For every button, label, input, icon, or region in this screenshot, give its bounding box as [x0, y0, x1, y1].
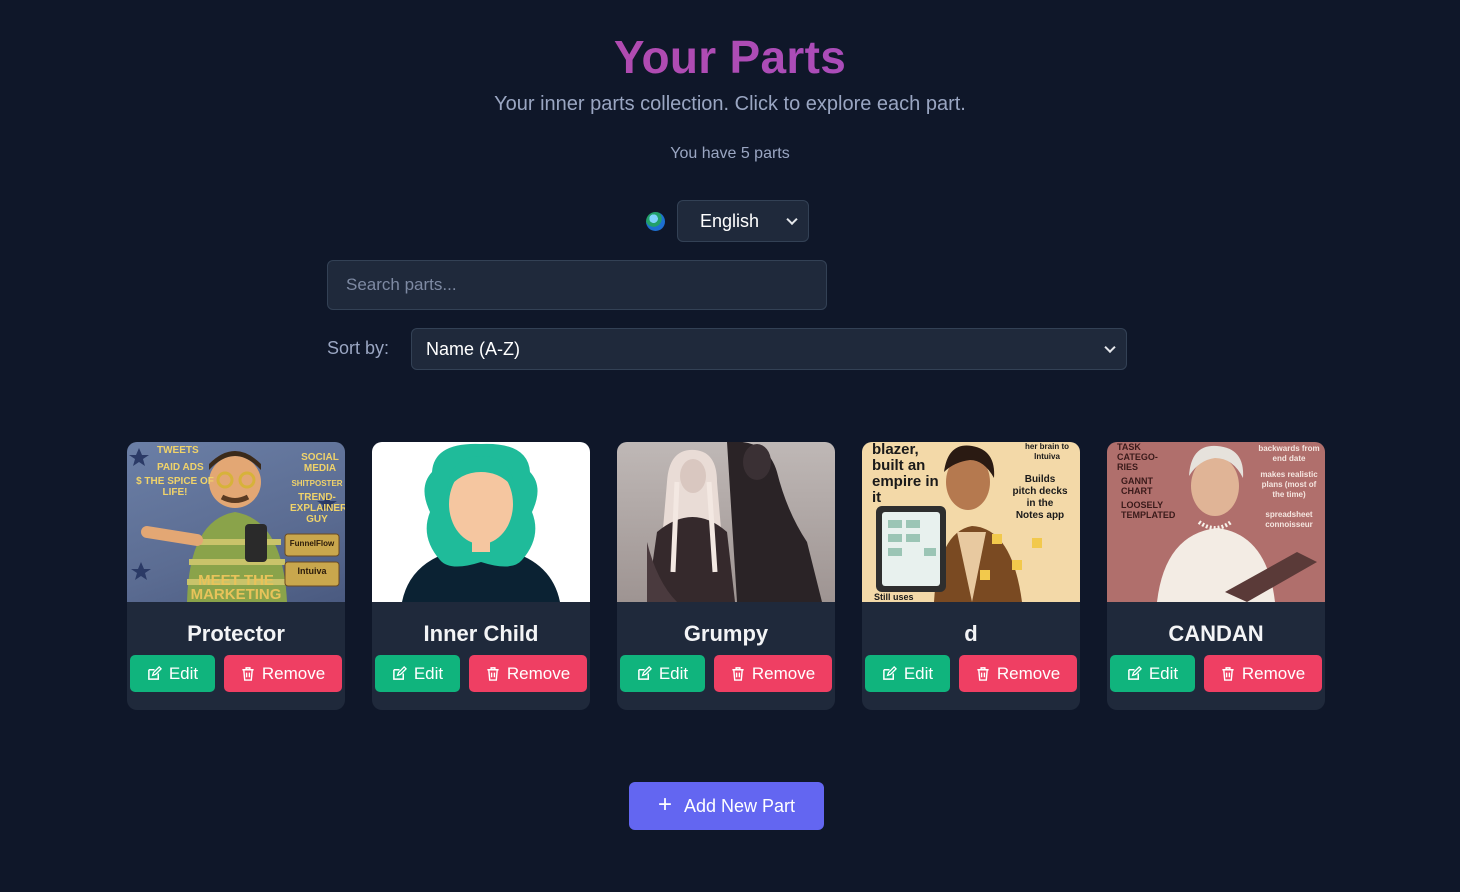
remove-button[interactable]: Remove [224, 655, 342, 692]
remove-button[interactable]: Remove [959, 655, 1077, 692]
part-card[interactable]: Inner Child Edit Remove [372, 442, 590, 710]
edit-icon [882, 666, 897, 680]
part-card[interactable]: blazer, built an empire in it her brain … [862, 442, 1080, 710]
edit-label: Edit [168, 663, 199, 683]
chevron-down-icon [786, 213, 798, 226]
edit-button[interactable]: Edit [375, 655, 460, 692]
remove-button[interactable]: Remove [714, 655, 832, 692]
thumb-text: MEET THE MARKETING [190, 572, 282, 602]
edit-label: Edit [903, 663, 934, 683]
edit-icon [637, 666, 652, 680]
remove-label: Remove [996, 663, 1061, 683]
part-card[interactable]: Grumpy Edit Remove [617, 442, 835, 710]
language-select[interactable]: English [677, 200, 809, 242]
remove-label: Remove [1241, 663, 1306, 683]
parts-count: You have 5 parts [670, 145, 790, 162]
remove-button[interactable]: Remove [1204, 655, 1322, 692]
plus-icon: + [657, 791, 672, 818]
add-new-part-button[interactable]: + Add New Part [629, 782, 824, 830]
language-select-value: English [700, 210, 760, 231]
edit-label: Edit [413, 663, 444, 683]
thumb-text: FunnelFlow [289, 539, 335, 548]
part-image[interactable] [372, 442, 590, 602]
remove-button[interactable]: Remove [469, 655, 587, 692]
edit-icon [392, 666, 407, 680]
thumb-text: blazer, built an empire in it [872, 442, 939, 506]
edit-icon [147, 666, 162, 680]
thumb-text: TWEETS [157, 445, 199, 456]
thumb-text: Still uses [874, 592, 914, 602]
thumb-text: PAID ADS [157, 462, 204, 473]
part-image[interactable]: TASK CATEGO-RIES GANNT CHART LOOSELY TEM… [1107, 442, 1325, 602]
part-name: d [964, 621, 978, 646]
thumb-text: TREND-EXPLAINER GUY [290, 492, 345, 525]
part-actions: Edit Remove [375, 655, 587, 692]
edit-icon [1127, 666, 1142, 680]
thumb-text: makes realistic plans (most of the time) [1260, 470, 1318, 499]
part-actions: Edit Remove [865, 655, 1077, 692]
language-selector-row: English [646, 200, 809, 242]
sort-select[interactable]: Name (A-Z) [411, 328, 1127, 370]
edit-button[interactable]: Edit [1110, 655, 1195, 692]
thumb-text: LOOSELY TEMPLATED [1121, 500, 1176, 520]
part-name: Inner Child [423, 621, 539, 646]
thumb-text: GANNT CHART [1121, 476, 1153, 496]
part-actions: Edit Remove [620, 655, 832, 692]
part-card[interactable]: TASK CATEGO-RIES GANNT CHART LOOSELY TEM… [1107, 442, 1325, 710]
sort-label: Sort by: [327, 338, 390, 358]
part-image[interactable] [617, 442, 835, 602]
part-name: CANDAN [1168, 621, 1264, 646]
thumb-text: SHITPOSTER [291, 479, 343, 488]
edit-label: Edit [1148, 663, 1179, 683]
part-name: Grumpy [683, 621, 769, 646]
part-image[interactable]: TWEETS PAID ADS $ THE SPICE OF LIFE! SOC… [127, 442, 345, 602]
part-actions: Edit Remove [130, 655, 342, 692]
remove-label: Remove [261, 663, 326, 683]
edit-button[interactable]: Edit [865, 655, 950, 692]
globe-icon [646, 211, 665, 231]
thumb-text: SOCIAL MEDIA [301, 452, 339, 474]
edit-label: Edit [658, 663, 689, 683]
trash-icon [242, 667, 254, 681]
chevron-down-icon [1104, 341, 1116, 354]
thumb-text: TASK CATEGO-RIES [1117, 442, 1158, 472]
part-name: Protector [187, 621, 285, 646]
trash-icon [1222, 667, 1234, 681]
thumb-text: her brain to Intuiva [1024, 442, 1069, 461]
add-new-part-label: Add New Part [683, 795, 796, 816]
part-image[interactable]: blazer, built an empire in it her brain … [862, 442, 1080, 602]
thumb-text: Builds pitch decks in the Notes app [1012, 474, 1068, 521]
search-input[interactable] [327, 260, 827, 310]
remove-label: Remove [506, 663, 571, 683]
trash-icon [977, 667, 989, 681]
thumb-text: backwards from end date [1258, 444, 1320, 463]
part-card[interactable]: TWEETS PAID ADS $ THE SPICE OF LIFE! SOC… [127, 442, 345, 710]
page-subtitle: Your inner parts collection. Click to ex… [494, 93, 966, 115]
thumb-text: spreadsheet connoisseur [1265, 510, 1313, 529]
trash-icon [732, 667, 744, 681]
sort-select-value: Name (A-Z) [426, 338, 520, 359]
parts-grid: TWEETS PAID ADS $ THE SPICE OF LIFE! SOC… [127, 442, 1325, 710]
thumb-text: $ THE SPICE OF LIFE! [136, 476, 214, 498]
remove-label: Remove [751, 663, 816, 683]
edit-button[interactable]: Edit [130, 655, 215, 692]
page-title: Your Parts [0, 30, 1460, 84]
edit-button[interactable]: Edit [620, 655, 705, 692]
trash-icon [487, 667, 499, 681]
part-actions: Edit Remove [1110, 655, 1322, 692]
